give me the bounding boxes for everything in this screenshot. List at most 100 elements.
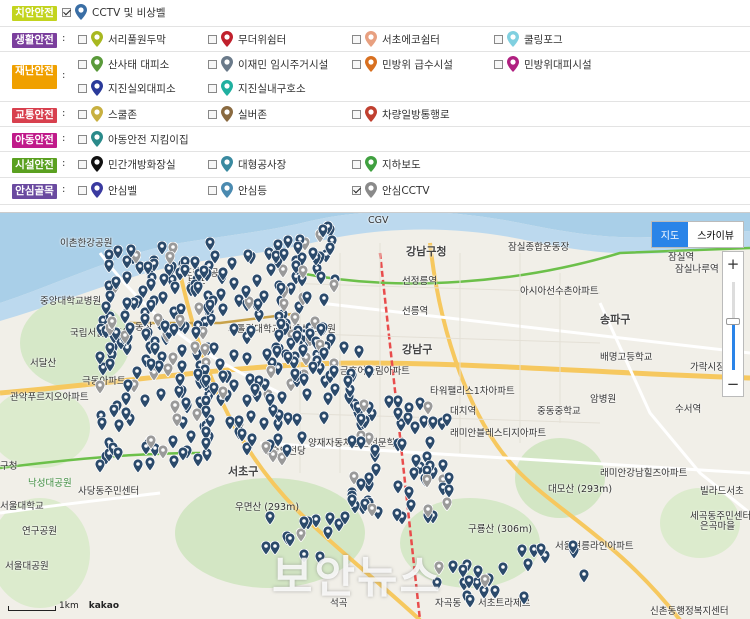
cctv-marker[interactable] [292, 240, 303, 256]
cctv-marker[interactable] [142, 260, 154, 276]
cctv-marker[interactable] [96, 416, 108, 432]
filter-checkbox[interactable] [494, 34, 503, 44]
cctv-marker[interactable] [240, 284, 251, 300]
filter-checkbox[interactable] [78, 109, 87, 119]
cctv-marker[interactable] [275, 281, 287, 297]
cctv-marker[interactable] [472, 564, 484, 580]
cctv-marker[interactable] [355, 477, 367, 493]
cctv-marker[interactable] [271, 344, 283, 360]
cctv-marker[interactable] [251, 273, 263, 289]
cctv-marker[interactable] [405, 498, 417, 514]
filter-option[interactable]: 이재민 임시주거시설 [208, 56, 328, 72]
cctv-marker[interactable] [140, 327, 151, 343]
cctv-marker[interactable] [421, 473, 433, 489]
cctv-marker[interactable] [145, 298, 157, 314]
cctv-marker[interactable] [291, 329, 303, 345]
cctv-marker[interactable] [180, 396, 192, 412]
zoom-in-button[interactable]: + [723, 254, 743, 274]
cctv-marker[interactable] [119, 309, 131, 325]
filter-option[interactable]: 아동안전 지킴이집 [78, 131, 189, 147]
filter-checkbox[interactable] [62, 7, 71, 17]
filter-option[interactable]: 스쿨존 [78, 106, 137, 122]
cctv-marker[interactable] [169, 399, 181, 415]
cctv-marker[interactable] [535, 542, 546, 558]
filter-checkbox[interactable] [352, 34, 361, 44]
cctv-marker[interactable] [289, 311, 301, 327]
cctv-marker[interactable] [329, 382, 341, 398]
cctv-marker[interactable] [215, 287, 227, 303]
cctv-marker[interactable] [339, 510, 350, 526]
cctv-marker[interactable] [264, 510, 276, 526]
filter-option[interactable]: CCTV 및 비상벨 [62, 4, 166, 20]
filter-option[interactable]: 지진실내구호소 [208, 80, 306, 96]
cctv-marker[interactable] [200, 404, 212, 420]
cctv-marker[interactable] [189, 340, 201, 356]
cctv-marker[interactable] [567, 539, 579, 555]
cctv-marker[interactable] [258, 289, 269, 305]
cctv-marker[interactable] [408, 466, 420, 482]
filter-checkbox[interactable] [78, 83, 87, 93]
filter-option[interactable]: 지진실외대피소 [78, 80, 176, 96]
cctv-marker[interactable] [245, 409, 256, 425]
cctv-marker[interactable] [396, 437, 408, 453]
cctv-marker[interactable] [353, 344, 365, 360]
cctv-marker[interactable] [193, 301, 204, 317]
cctv-marker[interactable] [370, 462, 382, 478]
filter-checkbox[interactable] [352, 59, 361, 69]
filter-checkbox[interactable] [208, 34, 217, 44]
cctv-marker[interactable] [113, 418, 125, 434]
cctv-marker[interactable] [246, 432, 257, 448]
cctv-marker[interactable] [191, 407, 203, 423]
cctv-marker[interactable] [297, 264, 309, 280]
cctv-marker[interactable] [198, 264, 209, 280]
cctv-marker[interactable] [422, 400, 434, 416]
cctv-marker[interactable] [441, 412, 453, 428]
cctv-marker[interactable] [392, 406, 404, 422]
filter-checkbox[interactable] [352, 159, 361, 169]
cctv-marker[interactable] [94, 350, 106, 366]
cctv-marker[interactable] [328, 278, 340, 294]
cctv-marker[interactable] [346, 493, 358, 509]
filter-option[interactable]: 서리풀원두막 [78, 31, 166, 47]
cctv-marker[interactable] [204, 298, 216, 314]
filter-option[interactable]: 민간개방화장실 [78, 156, 176, 172]
map-type-map-button[interactable]: 지도 [651, 222, 689, 247]
cctv-marker[interactable] [276, 390, 288, 406]
cctv-marker[interactable] [241, 393, 253, 409]
cctv-marker[interactable] [265, 364, 276, 380]
filter-option[interactable]: 지하보도 [352, 156, 421, 172]
cctv-marker[interactable] [192, 452, 203, 468]
filter-checkbox[interactable] [208, 185, 217, 195]
cctv-marker[interactable] [217, 369, 229, 385]
filter-option[interactable]: 차량일방통행로 [352, 106, 450, 122]
cctv-marker[interactable] [369, 443, 380, 459]
cctv-marker[interactable] [208, 341, 220, 357]
cctv-marker[interactable] [226, 256, 238, 272]
cctv-marker[interactable] [516, 543, 528, 559]
cctv-marker[interactable] [121, 270, 133, 286]
cctv-marker[interactable] [328, 364, 340, 380]
cctv-marker[interactable] [318, 292, 329, 308]
cctv-marker[interactable] [100, 300, 112, 316]
cctv-marker[interactable] [108, 403, 120, 419]
cctv-marker[interactable] [298, 372, 310, 388]
cctv-marker[interactable] [391, 507, 403, 523]
cctv-marker[interactable] [522, 557, 534, 573]
cctv-marker[interactable] [464, 593, 476, 609]
cctv-marker[interactable] [358, 398, 370, 414]
cctv-marker[interactable] [164, 250, 176, 266]
cctv-marker[interactable] [322, 525, 334, 541]
cctv-marker[interactable] [366, 502, 378, 518]
filter-option[interactable]: 안심벨 [78, 182, 137, 198]
cctv-marker[interactable] [324, 241, 335, 257]
cctv-marker[interactable] [489, 584, 500, 600]
zoom-out-button[interactable]: − [723, 374, 743, 394]
cctv-marker[interactable] [167, 434, 178, 450]
map-view[interactable]: 이촌한강공원반포한강공원CGV강남구청잠실종합운동장잠실역중앙대학교병원국립서울… [0, 212, 750, 619]
cctv-marker[interactable] [383, 394, 395, 410]
cctv-marker[interactable] [192, 367, 204, 383]
cctv-marker[interactable] [145, 357, 156, 373]
filter-checkbox[interactable] [208, 109, 217, 119]
filter-checkbox[interactable] [494, 59, 503, 69]
cctv-marker[interactable] [157, 444, 169, 460]
